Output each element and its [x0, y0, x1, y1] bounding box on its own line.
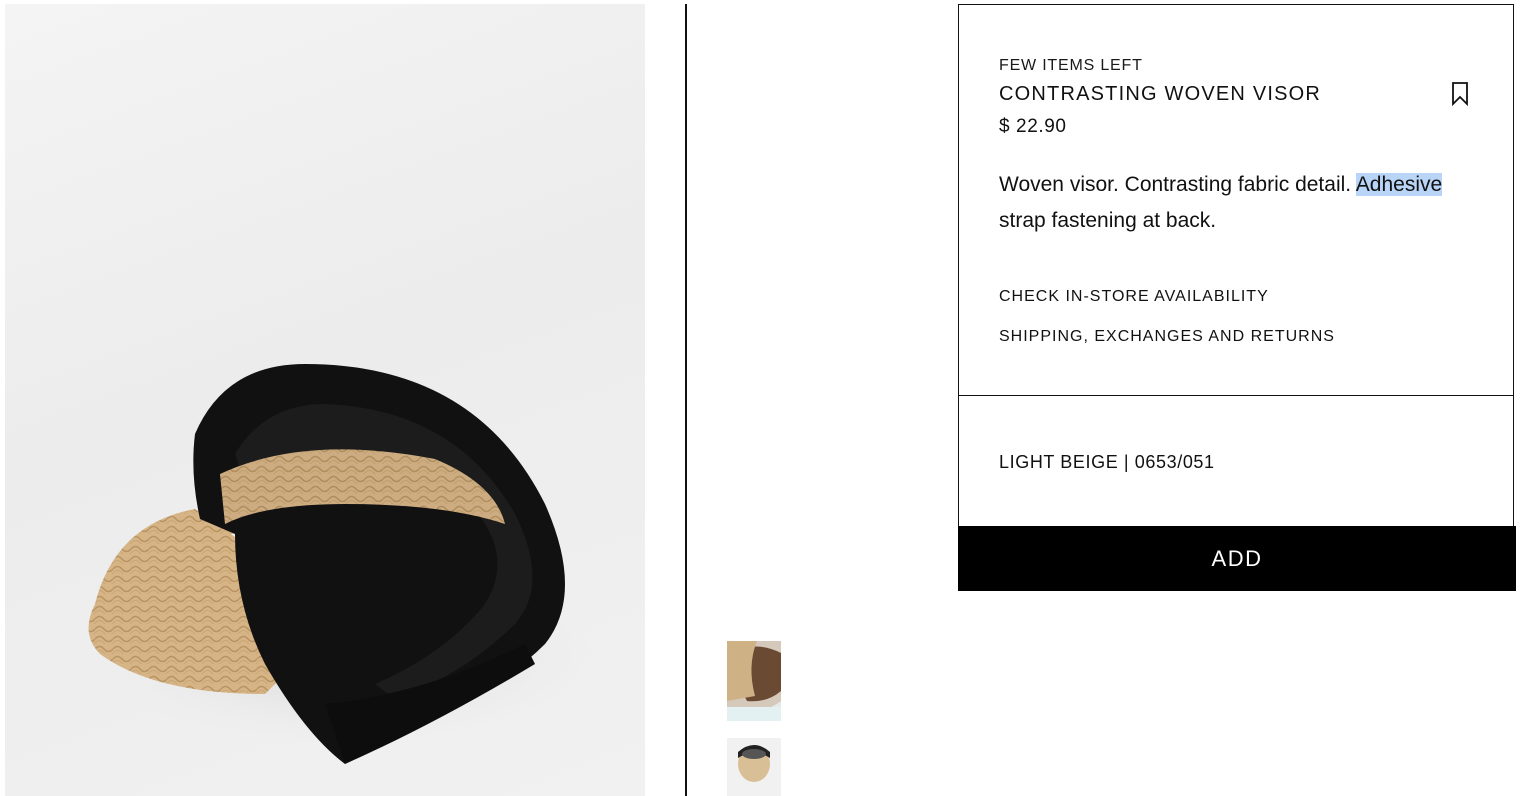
bookmark-icon[interactable] [1449, 81, 1471, 107]
description-selected-text: Adhesive [1355, 173, 1443, 196]
thumbnail-model-view[interactable] [727, 641, 781, 721]
shipping-returns-link[interactable]: SHIPPING, EXCHANGES AND RETURNS [999, 328, 1335, 346]
vertical-divider [685, 4, 687, 796]
description-text: Woven visor. Contrasting fabric detail. [999, 173, 1356, 196]
product-info-panel: FEW ITEMS LEFT CONTRASTING WOVEN VISOR $… [958, 4, 1514, 396]
stock-notice: FEW ITEMS LEFT [999, 57, 1143, 74]
product-description: Woven visor. Contrasting fabric detail. … [999, 167, 1469, 239]
product-price: $ 22.90 [999, 116, 1067, 137]
thumbnail-product-image [738, 745, 770, 782]
product-page: FEW ITEMS LEFT CONTRASTING WOVEN VISOR $… [0, 0, 1526, 796]
description-text-end: strap fastening at back. [999, 209, 1217, 232]
visor-illustration [88, 364, 595, 764]
color-reference: LIGHT BEIGE | 0653/051 [999, 452, 1215, 472]
add-to-cart-button[interactable]: ADD [958, 526, 1516, 591]
check-store-availability-link[interactable]: CHECK IN-STORE AVAILABILITY [999, 288, 1269, 306]
thumbnail-model-image [727, 641, 781, 721]
color-panel: LIGHT BEIGE | 0653/051 [958, 396, 1514, 526]
main-product-image[interactable] [5, 4, 645, 796]
product-title: CONTRASTING WOVEN VISOR [999, 83, 1322, 105]
thumbnail-product-view[interactable] [727, 738, 781, 796]
